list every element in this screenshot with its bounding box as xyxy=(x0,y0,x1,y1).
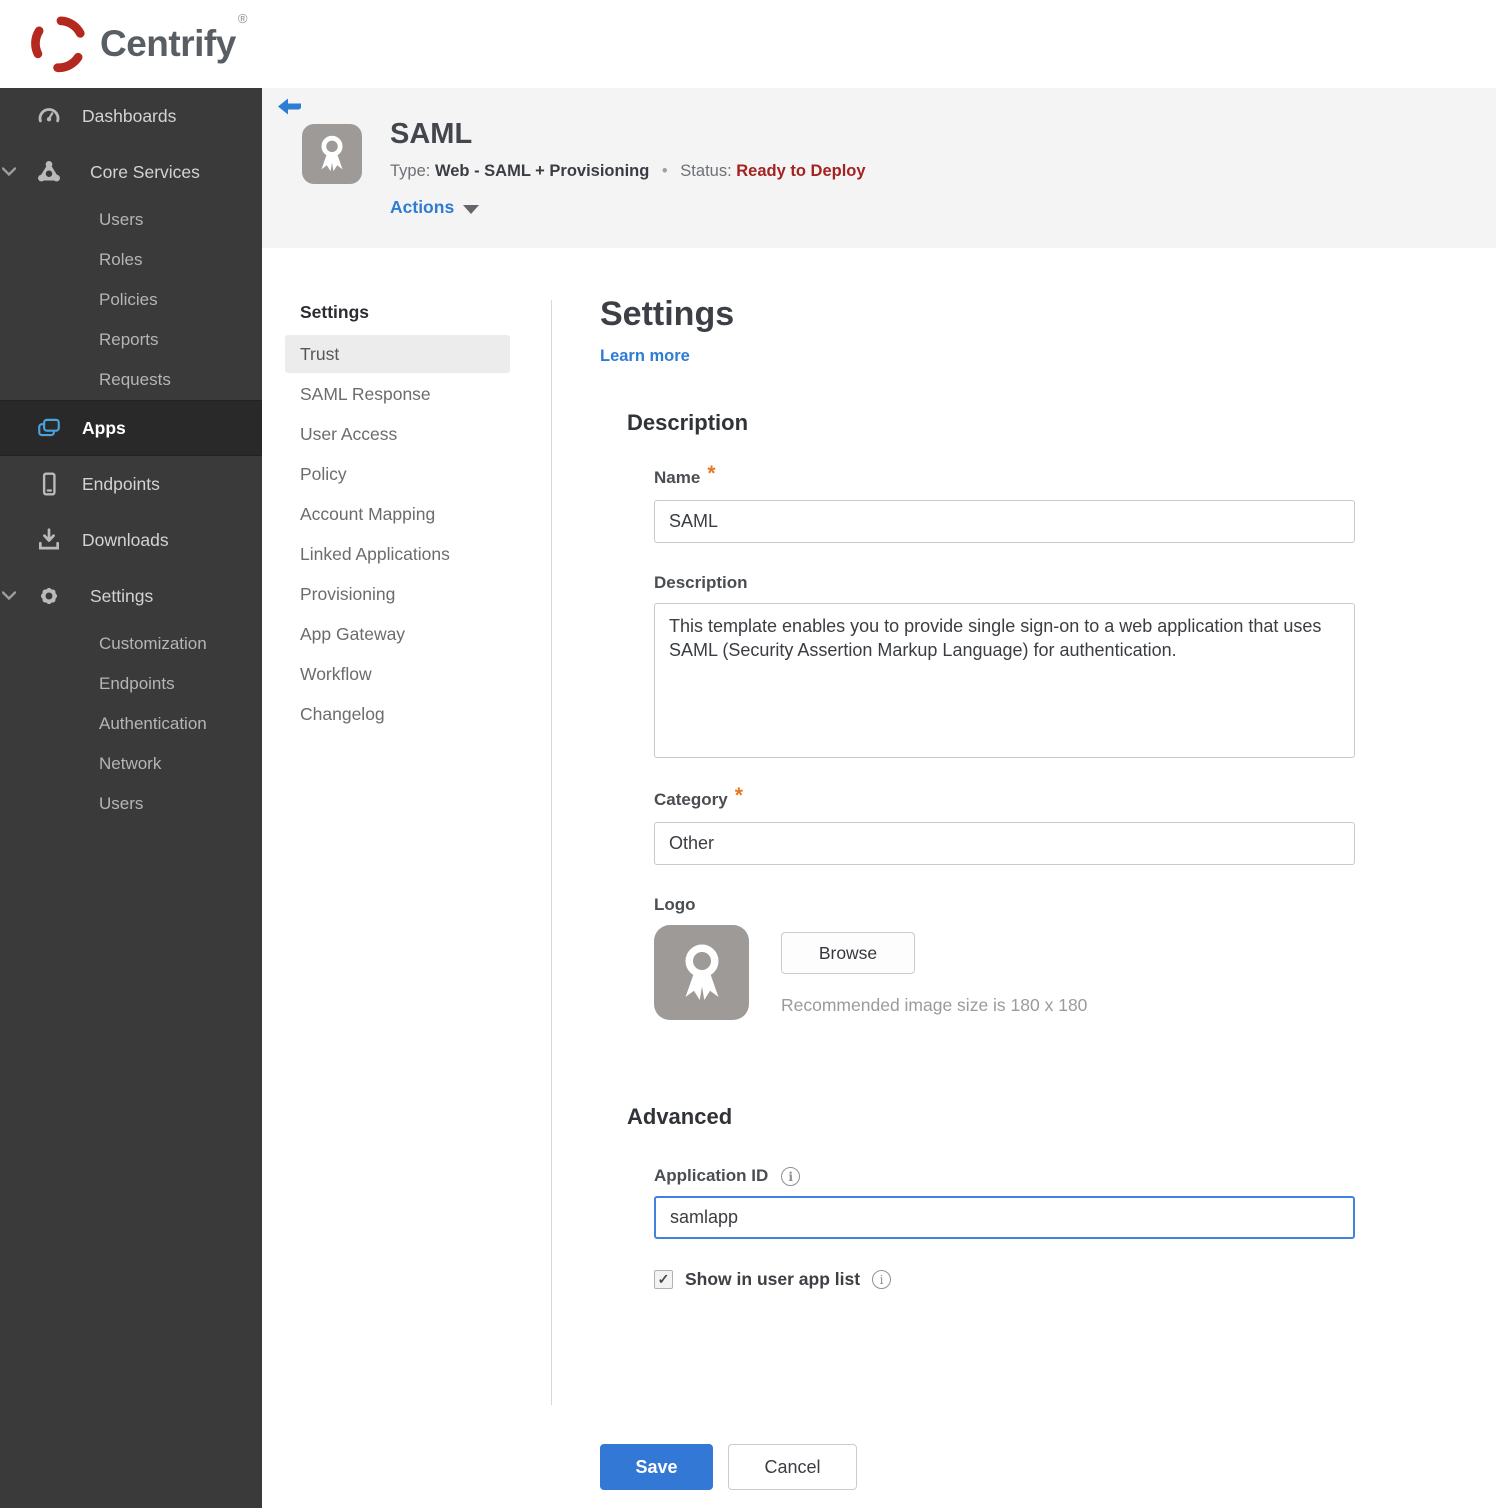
sidebar: Dashboards Core Services Users Roles Pol… xyxy=(0,88,262,1508)
subnav-item-workflow[interactable]: Workflow xyxy=(285,655,510,693)
back-arrow-icon[interactable] xyxy=(278,98,302,115)
sidebar-subitem-endpoints[interactable]: Endpoints xyxy=(0,664,262,704)
subnav-item-trust[interactable]: Trust xyxy=(285,335,510,373)
sidebar-subitem-network[interactable]: Network xyxy=(0,744,262,784)
logo-size-hint: Recommended image size is 180 x 180 xyxy=(781,995,1088,1015)
top-bar: Centrify® xyxy=(0,0,1496,88)
expand-caret-icon[interactable] xyxy=(2,591,16,600)
page: Centrify® Dashboards Core Services Users… xyxy=(0,0,1496,1508)
description-label: Description xyxy=(654,573,748,592)
advanced-section-title: Advanced xyxy=(627,1104,733,1129)
required-asterisk: * xyxy=(734,784,743,807)
sidebar-subitem-policies[interactable]: Policies xyxy=(0,280,262,320)
core-services-icon xyxy=(36,159,62,185)
application-id-field[interactable] xyxy=(654,1196,1355,1239)
subnav-item-provisioning[interactable]: Provisioning xyxy=(285,575,510,613)
save-button[interactable]: Save xyxy=(600,1444,713,1490)
gear-icon xyxy=(36,583,62,609)
type-value: Web - SAML + Provisioning xyxy=(434,162,650,180)
category-field[interactable] xyxy=(654,822,1355,865)
core-services-submenu: Users Roles Policies Reports Requests xyxy=(0,200,262,400)
registered-mark: ® xyxy=(237,11,248,26)
device-icon xyxy=(36,471,62,497)
expand-caret-icon[interactable] xyxy=(2,167,16,176)
sidebar-item-dashboards[interactable]: Dashboards xyxy=(0,88,262,144)
sidebar-item-downloads[interactable]: Downloads xyxy=(0,512,262,568)
app-header: SAML Type: Web - SAML + Provisioning • S… xyxy=(262,88,1496,248)
status-label: Status: xyxy=(680,162,732,180)
status-badge: Ready to Deploy xyxy=(736,162,866,180)
gauge-icon xyxy=(36,103,62,129)
sidebar-subitem-reports[interactable]: Reports xyxy=(0,320,262,360)
cancel-button[interactable]: Cancel xyxy=(728,1444,857,1490)
centrify-logo: Centrify® xyxy=(30,11,247,73)
info-icon[interactable] xyxy=(872,1270,892,1289)
award-ribbon-icon xyxy=(321,135,343,172)
subnav-item-changelog[interactable]: Changelog xyxy=(285,695,510,733)
sidebar-item-core-services[interactable]: Core Services xyxy=(0,144,262,200)
info-icon[interactable] xyxy=(781,1166,801,1186)
download-icon xyxy=(36,527,62,553)
logo-label: Logo xyxy=(654,895,696,914)
sidebar-subitem-users[interactable]: Users xyxy=(0,784,262,824)
main-area: SAML Type: Web - SAML + Provisioning • S… xyxy=(262,88,1496,1490)
name-label: Name * xyxy=(654,462,716,487)
browse-button[interactable]: Browse xyxy=(781,932,915,974)
sidebar-subitem-users[interactable]: Users xyxy=(0,200,262,240)
show-in-user-app-list-label: Show in user app list xyxy=(685,1269,861,1289)
centrify-swirl-icon xyxy=(31,16,85,73)
content-area: Settings Trust SAML Response User Access… xyxy=(262,248,1496,1490)
subnav-item-policy[interactable]: Policy xyxy=(285,455,510,493)
award-ribbon-icon xyxy=(685,944,718,1000)
description-field[interactable]: This template enables you to provide sin… xyxy=(654,603,1355,758)
settings-form: Settings Learn more Description Name * D… xyxy=(600,295,1360,1490)
form-title: Settings xyxy=(600,295,735,333)
learn-more-link[interactable]: Learn more xyxy=(600,347,690,366)
subnav-item-user-access[interactable]: User Access xyxy=(285,415,510,453)
app-meta: Type: Web - SAML + Provisioning • Status… xyxy=(390,162,866,181)
sidebar-item-settings[interactable]: Settings xyxy=(0,568,262,624)
subnav: Settings Trust SAML Response User Access… xyxy=(285,296,510,1490)
show-in-user-app-list-checkbox[interactable] xyxy=(654,1270,673,1289)
brand-name: Centrify xyxy=(100,23,236,64)
logo-preview xyxy=(654,925,749,1020)
sidebar-subitem-authentication[interactable]: Authentication xyxy=(0,704,262,744)
settings-submenu: Customization Endpoints Authentication N… xyxy=(0,624,262,824)
required-asterisk: * xyxy=(707,462,716,485)
description-section-title: Description xyxy=(627,410,749,435)
subnav-item-saml-response[interactable]: SAML Response xyxy=(285,375,510,413)
sidebar-item-endpoints[interactable]: Endpoints xyxy=(0,456,262,512)
subnav-item-account-mapping[interactable]: Account Mapping xyxy=(285,495,510,533)
page-title: SAML xyxy=(390,118,473,150)
sidebar-item-apps[interactable]: Apps xyxy=(0,400,262,456)
subnav-header: Settings xyxy=(300,302,370,322)
sidebar-subitem-roles[interactable]: Roles xyxy=(0,240,262,280)
name-field[interactable] xyxy=(654,500,1355,543)
subnav-item-app-gateway[interactable]: App Gateway xyxy=(285,615,510,653)
vertical-divider xyxy=(551,300,552,1405)
apps-icon xyxy=(36,415,62,441)
subnav-item-linked-applications[interactable]: Linked Applications xyxy=(285,535,510,573)
meta-separator: • xyxy=(661,162,668,180)
category-label: Category * xyxy=(654,784,743,809)
actions-dropdown[interactable]: Actions xyxy=(390,197,480,218)
sidebar-subitem-customization[interactable]: Customization xyxy=(0,624,262,664)
sidebar-subitem-requests[interactable]: Requests xyxy=(0,360,262,400)
chevron-down-icon xyxy=(463,204,480,214)
type-label: Type: xyxy=(390,162,431,180)
application-id-label: Application ID xyxy=(654,1166,1360,1186)
app-logo-badge xyxy=(302,124,362,184)
